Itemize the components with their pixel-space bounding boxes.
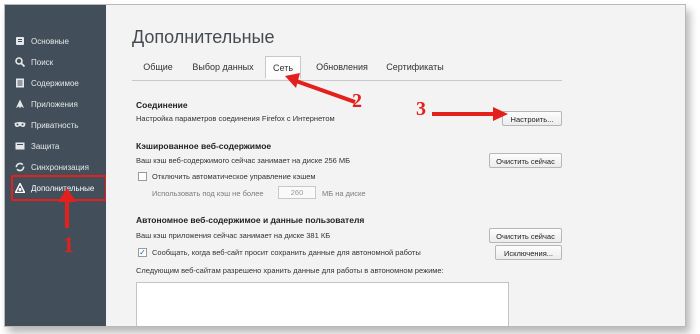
annotation-arrows <box>58 73 508 228</box>
annotation-number-1: 1 <box>63 232 74 257</box>
arrow-2 <box>285 73 356 104</box>
arrow-3 <box>432 107 508 121</box>
annotation-number-3: 3 <box>416 98 426 120</box>
arrow-1 <box>58 188 76 228</box>
annotation-number-2: 2 <box>352 90 362 112</box>
